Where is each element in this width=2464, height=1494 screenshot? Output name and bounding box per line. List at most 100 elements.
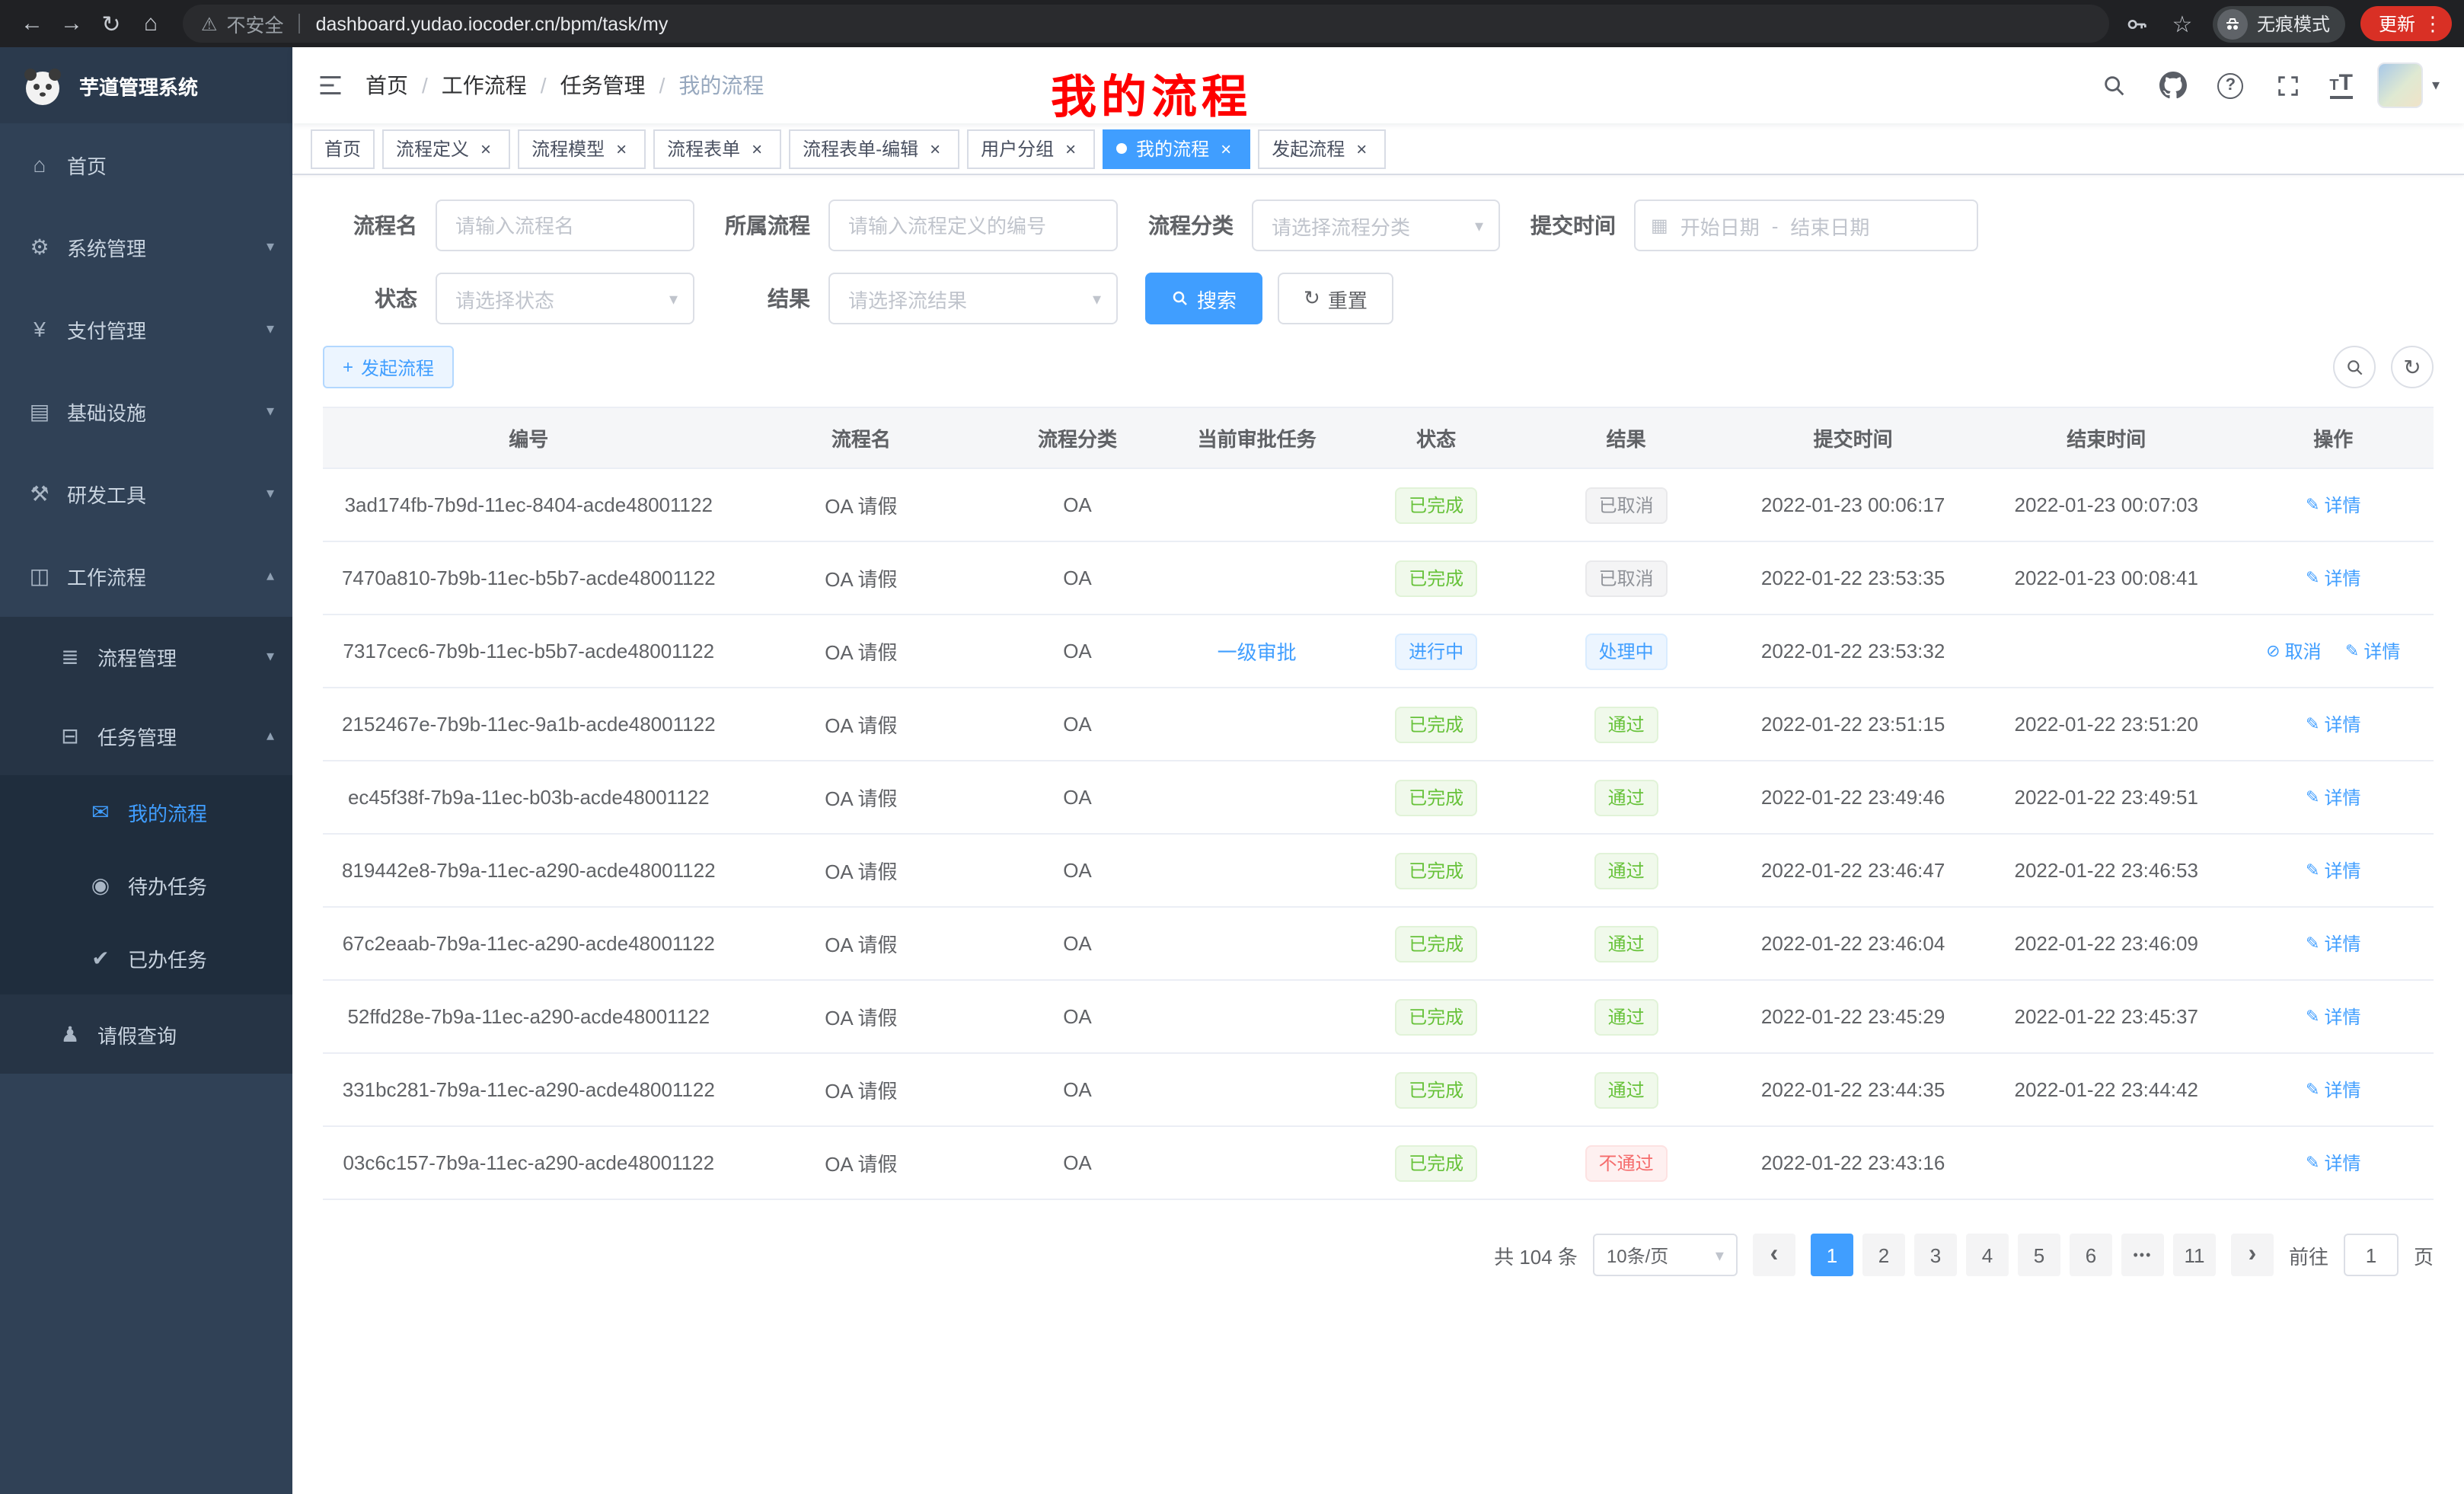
start-date-placeholder[interactable]: 开始日期 bbox=[1680, 211, 1760, 240]
page-button[interactable]: 3 bbox=[1914, 1234, 1957, 1276]
detail-link[interactable]: ✎详情 bbox=[2345, 638, 2400, 664]
tags-view: 首页 流程定义× 流程模型× 流程表单× 流程表单-编辑× 用户分组× 我的流程… bbox=[292, 123, 2464, 175]
page-button[interactable]: 4 bbox=[1966, 1234, 2009, 1276]
tag-process-model[interactable]: 流程模型× bbox=[518, 129, 646, 168]
category-select[interactable]: 请选择流程分类 ▾ bbox=[1252, 200, 1500, 251]
show-search-button[interactable] bbox=[2333, 346, 2376, 388]
sidebar-item-todo-tasks[interactable]: ◉ 待办任务 bbox=[0, 848, 292, 921]
cell-end-time: 2022-01-22 23:44:42 bbox=[1980, 1053, 2233, 1126]
close-icon[interactable]: × bbox=[924, 138, 946, 159]
sidebar-item-process-management[interactable]: ≣ 流程管理 ▾ bbox=[0, 617, 292, 696]
sidebar-item-done-tasks[interactable]: ✔ 已办任务 bbox=[0, 921, 292, 994]
close-icon[interactable]: × bbox=[1351, 138, 1372, 159]
sidebar-item-task-management[interactable]: ⊟ 任务管理 ▴ bbox=[0, 696, 292, 775]
navbar-actions: ? TT ▾ bbox=[2098, 62, 2440, 108]
detail-link[interactable]: ✎详情 bbox=[2306, 1150, 2360, 1176]
home-icon[interactable]: ⌂ bbox=[131, 5, 171, 42]
cell-submit-time: 2022-01-22 23:45:29 bbox=[1726, 980, 1980, 1053]
address-bar[interactable]: ⚠ 不安全 dashboard.yudao.iocoder.cn/bpm/tas… bbox=[183, 5, 2109, 43]
url-text[interactable]: dashboard.yudao.iocoder.cn/bpm/task/my bbox=[316, 13, 669, 34]
search-button[interactable]: 搜索 bbox=[1145, 273, 1262, 324]
update-button[interactable]: 更新 ⋮ bbox=[2360, 6, 2452, 41]
close-icon[interactable]: × bbox=[475, 138, 496, 159]
breadcrumb-task-management[interactable]: 任务管理 bbox=[560, 70, 646, 101]
tag-home[interactable]: 首页 bbox=[311, 129, 375, 168]
process-definition-input[interactable] bbox=[828, 200, 1118, 251]
breadcrumb-workflow[interactable]: 工作流程 bbox=[442, 70, 527, 101]
detail-link[interactable]: ✎详情 bbox=[2306, 931, 2360, 956]
date-range-picker[interactable]: ▦ 开始日期 - 结束日期 bbox=[1634, 200, 1978, 251]
user-avatar[interactable] bbox=[2377, 62, 2423, 108]
end-date-placeholder[interactable]: 结束日期 bbox=[1790, 211, 1869, 240]
page-button[interactable]: 11 bbox=[2173, 1234, 2216, 1276]
page-button[interactable]: ••• bbox=[2121, 1234, 2164, 1276]
reload-icon[interactable]: ↻ bbox=[91, 5, 131, 42]
cell-name: OA 请假 bbox=[735, 907, 988, 980]
status-select[interactable]: 请选择状态 ▾ bbox=[436, 273, 694, 324]
tag-process-form[interactable]: 流程表单× bbox=[653, 129, 781, 168]
reset-button[interactable]: ↻ 重置 bbox=[1278, 273, 1393, 324]
back-icon[interactable]: ← bbox=[12, 5, 52, 42]
bookmark-star-icon[interactable]: ☆ bbox=[2167, 8, 2197, 39]
page-size-select[interactable]: 10条/页 ▾ bbox=[1593, 1234, 1738, 1276]
close-icon[interactable]: × bbox=[1060, 138, 1081, 159]
page-button[interactable]: 5 bbox=[2018, 1234, 2060, 1276]
forward-icon[interactable]: → bbox=[52, 5, 91, 42]
prev-page-button[interactable]: ‹ bbox=[1753, 1234, 1795, 1276]
font-size-icon[interactable]: TT bbox=[2329, 72, 2353, 99]
goto-page-input[interactable] bbox=[2344, 1234, 2399, 1276]
tag-my-processes[interactable]: 我的流程× bbox=[1103, 129, 1250, 168]
github-icon[interactable] bbox=[2156, 69, 2189, 102]
task-link[interactable]: 一级审批 bbox=[1218, 641, 1297, 664]
search-icon[interactable] bbox=[2098, 69, 2131, 102]
tag-process-definition[interactable]: 流程定义× bbox=[382, 129, 510, 168]
result-select[interactable]: 请选择流结果 ▾ bbox=[828, 273, 1118, 324]
process-definition-label: 所属流程 bbox=[722, 210, 810, 241]
detail-link[interactable]: ✎详情 bbox=[2306, 857, 2360, 883]
chevron-up-icon: ▴ bbox=[267, 567, 274, 584]
close-icon[interactable]: × bbox=[746, 138, 768, 159]
sidebar-item-workflow[interactable]: ◫ 工作流程 ▴ bbox=[0, 535, 292, 617]
pagination: 共 104 条 10条/页 ▾ ‹ 1 2 3 bbox=[323, 1234, 2434, 1276]
hamburger-icon[interactable] bbox=[317, 72, 344, 99]
cell-status: 进行中 bbox=[1346, 615, 1526, 688]
process-name-input[interactable] bbox=[436, 200, 694, 251]
security-label[interactable]: 不安全 bbox=[227, 9, 284, 38]
key-icon[interactable] bbox=[2121, 8, 2152, 39]
detail-link[interactable]: ✎详情 bbox=[2306, 1004, 2360, 1030]
tag-start-process[interactable]: 发起流程× bbox=[1258, 129, 1386, 168]
tag-process-form-edit[interactable]: 流程表单-编辑× bbox=[789, 129, 959, 168]
fullscreen-icon[interactable] bbox=[2271, 69, 2305, 102]
detail-link[interactable]: ✎详情 bbox=[2306, 492, 2360, 518]
cell-id: 03c6c157-7b9a-11ec-a290-acde48001122 bbox=[323, 1126, 735, 1199]
close-icon[interactable]: × bbox=[611, 138, 632, 159]
page-button[interactable]: 6 bbox=[2070, 1234, 2112, 1276]
status-badge: 已完成 bbox=[1395, 560, 1477, 596]
sidebar-item-home[interactable]: ⌂ 首页 bbox=[0, 123, 292, 206]
user-menu[interactable]: ▾ bbox=[2377, 62, 2440, 108]
page-button[interactable]: 1 bbox=[1811, 1234, 1853, 1276]
close-icon[interactable]: × bbox=[1215, 138, 1237, 159]
breadcrumb-home[interactable]: 首页 bbox=[365, 70, 408, 101]
incognito-label: 无痕模式 bbox=[2257, 11, 2330, 37]
detail-link[interactable]: ✎详情 bbox=[2306, 784, 2360, 810]
next-page-button[interactable]: › bbox=[2231, 1234, 2274, 1276]
page-button[interactable]: 2 bbox=[1862, 1234, 1905, 1276]
cancel-link[interactable]: ⊘取消 bbox=[2266, 638, 2321, 664]
help-icon[interactable]: ? bbox=[2213, 69, 2247, 102]
detail-link[interactable]: ✎详情 bbox=[2306, 565, 2360, 591]
detail-link[interactable]: ✎详情 bbox=[2306, 1077, 2360, 1103]
sidebar-item-payment[interactable]: ¥ 支付管理 ▾ bbox=[0, 288, 292, 370]
start-process-button[interactable]: + 发起流程 bbox=[323, 346, 454, 388]
cell-id: 67c2eaab-7b9a-11ec-a290-acde48001122 bbox=[323, 907, 735, 980]
detail-link[interactable]: ✎详情 bbox=[2306, 711, 2360, 737]
sidebar-item-system[interactable]: ⚙ 系统管理 ▾ bbox=[0, 206, 292, 288]
sidebar-item-devtools[interactable]: ⚒ 研发工具 ▾ bbox=[0, 452, 292, 535]
sidebar-item-leave-query[interactable]: ♟ 请假查询 bbox=[0, 994, 292, 1074]
cell-task bbox=[1167, 541, 1347, 615]
refresh-table-button[interactable]: ↻ bbox=[2391, 346, 2434, 388]
kebab-menu-icon[interactable]: ⋮ bbox=[2423, 11, 2443, 36]
sidebar-item-infrastructure[interactable]: ▤ 基础设施 ▾ bbox=[0, 370, 292, 452]
sidebar-item-my-processes[interactable]: ✉ 我的流程 bbox=[0, 775, 292, 848]
tag-user-group[interactable]: 用户分组× bbox=[967, 129, 1095, 168]
